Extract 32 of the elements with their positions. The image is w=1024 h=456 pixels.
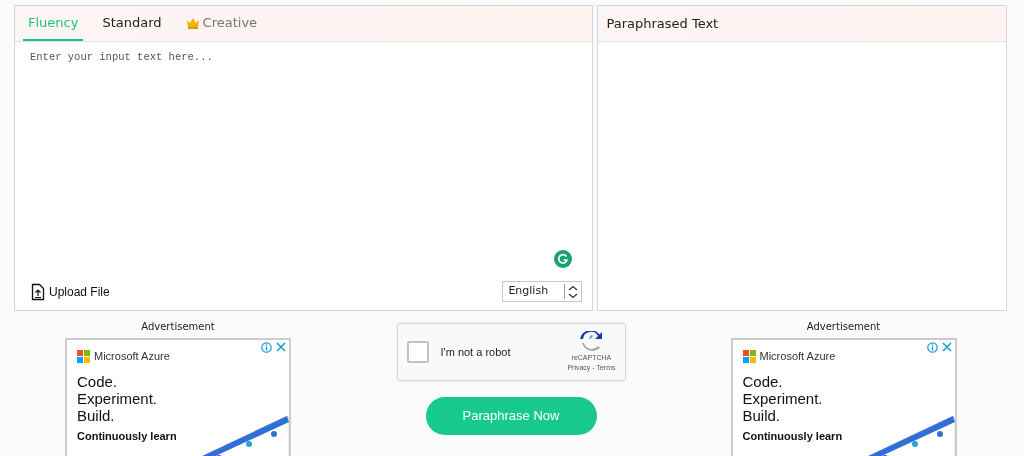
ad-subtext: Continuously learn [742,428,844,444]
grammar-icon[interactable] [554,250,573,268]
recaptcha-logo-icon [579,330,604,353]
panel-title: Paraphrased Text [605,14,720,33]
upload-file-button[interactable]: Upload File [31,282,110,301]
crown-icon [185,16,200,29]
language-select[interactable]: English [502,281,583,302]
close-icon[interactable] [941,342,952,352]
ad-headline: Experiment. [77,389,159,407]
mode-tab[interactable]: Standard [97,6,167,41]
ad-banner[interactable]: Microsoft Azure Code. Experiment. Build. Continuously learn [65,338,291,456]
ad-headline: Build. [77,406,115,424]
ad-headline: Code. [742,372,784,390]
close-icon[interactable] [276,342,286,352]
ad-headline: Build. [742,406,781,424]
ad-brand: Microsoft Azure [94,349,170,364]
upload-file-icon [31,282,45,301]
ad-headline: Experiment. [742,389,824,407]
windows-logo-icon [742,349,756,363]
captcha-label: I'm not a robot [440,344,512,360]
ad-subtext: Continuously learn [77,428,178,444]
captcha-checkbox[interactable] [406,341,429,363]
info-icon[interactable] [261,342,272,353]
ad-banner[interactable]: Microsoft Azure Code. Experiment. Build. Continuously learn [730,338,957,456]
windows-logo-icon [77,349,90,363]
ad-headline: Code. [77,372,119,390]
ad-label: Advertisement [141,320,215,334]
text-input-panel[interactable]: Fluency Standard Creative Enter your input text here... Upload File English [14,5,594,311]
info-icon[interactable] [926,342,938,353]
ad-brand: Microsoft Azure [759,349,836,364]
ad-label: Advertisement [806,320,881,334]
mode-tab[interactable]: Creative [180,6,263,41]
